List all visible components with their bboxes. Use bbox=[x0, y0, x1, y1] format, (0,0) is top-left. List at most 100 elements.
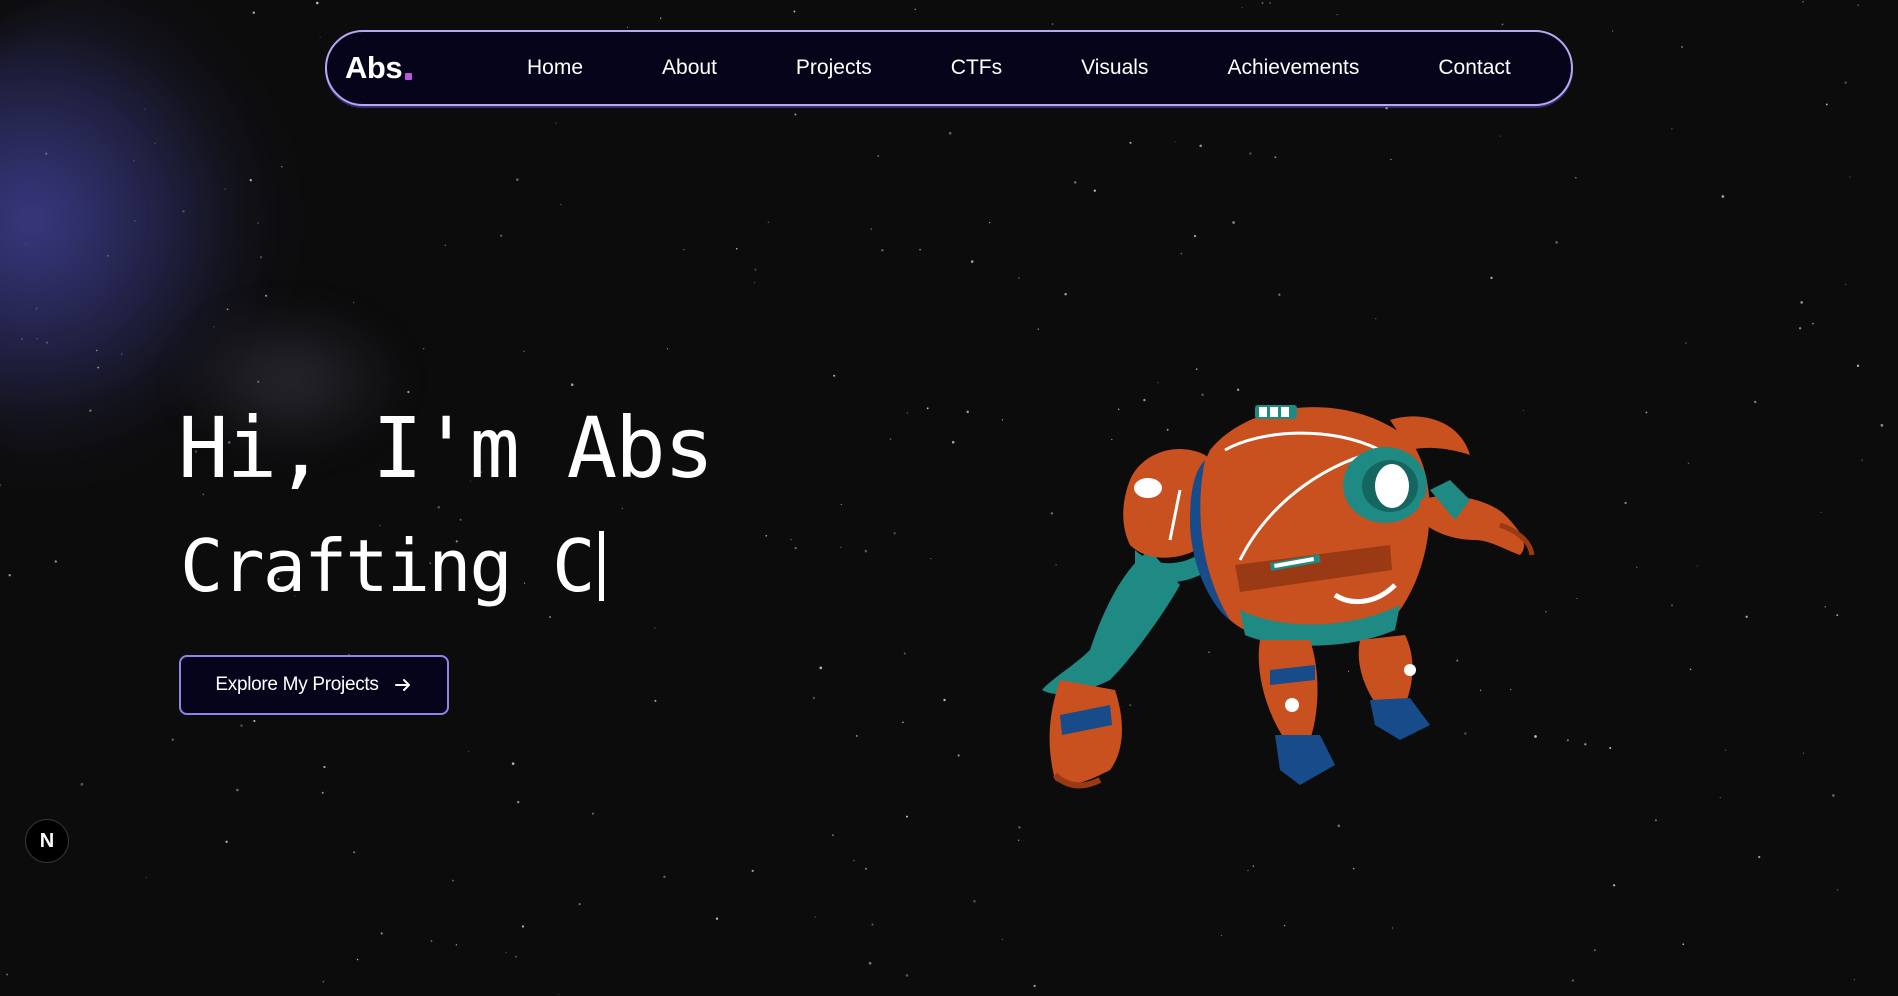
star bbox=[316, 1, 319, 5]
star bbox=[1824, 606, 1826, 608]
star bbox=[1609, 746, 1612, 750]
logo-dot bbox=[405, 73, 413, 80]
star bbox=[1274, 156, 1277, 159]
star bbox=[654, 699, 657, 702]
star bbox=[902, 721, 904, 723]
star bbox=[1685, 342, 1687, 344]
star bbox=[459, 518, 462, 521]
nav-link-about[interactable]: About bbox=[662, 56, 717, 80]
star bbox=[452, 879, 454, 882]
star bbox=[1719, 797, 1721, 799]
star bbox=[555, 122, 557, 124]
star bbox=[864, 549, 868, 553]
star bbox=[1574, 176, 1577, 179]
star bbox=[8, 574, 11, 577]
star bbox=[1836, 614, 1839, 617]
star bbox=[1802, 1, 1804, 3]
star bbox=[833, 374, 836, 377]
star bbox=[957, 754, 960, 757]
star bbox=[877, 154, 880, 157]
star bbox=[868, 961, 872, 965]
star bbox=[1861, 459, 1863, 461]
star bbox=[831, 834, 834, 837]
nextjs-dev-badge[interactable]: N bbox=[25, 819, 69, 863]
star bbox=[1696, 565, 1698, 567]
star bbox=[1385, 106, 1388, 110]
explore-projects-label: Explore My Projects bbox=[215, 674, 379, 695]
star bbox=[1576, 597, 1578, 599]
star bbox=[1849, 176, 1851, 178]
nav-link-home[interactable]: Home bbox=[527, 56, 583, 80]
star bbox=[353, 851, 356, 854]
star bbox=[1745, 615, 1748, 619]
star bbox=[819, 666, 823, 670]
nav-link-visuals[interactable]: Visuals bbox=[1081, 56, 1148, 80]
nav-link-achievements[interactable]: Achievements bbox=[1227, 56, 1359, 80]
star bbox=[754, 268, 757, 271]
star bbox=[1682, 943, 1685, 946]
nav-link-projects[interactable]: Projects bbox=[796, 56, 872, 80]
star bbox=[683, 248, 685, 251]
star bbox=[0, 484, 2, 487]
star bbox=[521, 925, 525, 928]
typing-caret bbox=[599, 531, 605, 601]
star bbox=[523, 350, 525, 353]
star bbox=[380, 932, 383, 935]
star bbox=[1193, 234, 1197, 238]
star bbox=[906, 412, 908, 414]
hero-title: Hi, I'm Abs bbox=[178, 399, 714, 497]
star bbox=[500, 234, 503, 237]
star bbox=[1594, 949, 1596, 951]
star bbox=[659, 17, 662, 19]
star bbox=[1612, 884, 1616, 887]
star bbox=[666, 348, 669, 350]
star bbox=[558, 994, 560, 996]
star bbox=[1836, 889, 1839, 891]
star bbox=[793, 10, 796, 13]
star bbox=[1284, 924, 1286, 927]
star bbox=[1812, 322, 1814, 325]
star bbox=[423, 348, 425, 350]
nav-link-ctfs[interactable]: CTFs bbox=[951, 56, 1002, 80]
star bbox=[919, 248, 921, 251]
hero-typewriter-text: Crafting C bbox=[180, 524, 595, 608]
star bbox=[973, 899, 976, 903]
star bbox=[767, 221, 770, 224]
star bbox=[240, 724, 243, 727]
star bbox=[1051, 23, 1054, 25]
star bbox=[970, 260, 974, 263]
star bbox=[1232, 221, 1235, 224]
star bbox=[236, 788, 239, 792]
star bbox=[511, 762, 515, 765]
star bbox=[591, 812, 594, 815]
star bbox=[1018, 826, 1021, 829]
star bbox=[319, 36, 321, 38]
star bbox=[1252, 865, 1255, 867]
nav-link-contact[interactable]: Contact bbox=[1438, 56, 1510, 80]
star bbox=[171, 738, 174, 741]
star bbox=[814, 916, 816, 918]
star bbox=[1645, 411, 1648, 414]
star bbox=[505, 952, 507, 954]
star bbox=[905, 974, 909, 977]
star bbox=[893, 532, 896, 535]
star bbox=[1336, 13, 1338, 16]
star bbox=[1624, 501, 1627, 505]
star bbox=[951, 440, 955, 444]
star bbox=[6, 973, 9, 976]
star bbox=[1001, 938, 1003, 940]
star bbox=[253, 719, 256, 723]
star bbox=[1001, 419, 1004, 421]
star bbox=[516, 800, 520, 804]
star bbox=[1033, 984, 1036, 988]
star bbox=[1844, 81, 1847, 84]
star bbox=[1825, 103, 1828, 106]
star bbox=[225, 840, 228, 844]
star bbox=[1798, 327, 1802, 330]
logo[interactable]: Abs bbox=[345, 50, 413, 86]
star bbox=[1689, 668, 1692, 671]
arrow-right-icon bbox=[393, 675, 413, 695]
star bbox=[948, 131, 952, 135]
explore-projects-button[interactable]: Explore My Projects bbox=[179, 655, 449, 715]
hero-typewriter: Crafting C bbox=[180, 524, 605, 608]
